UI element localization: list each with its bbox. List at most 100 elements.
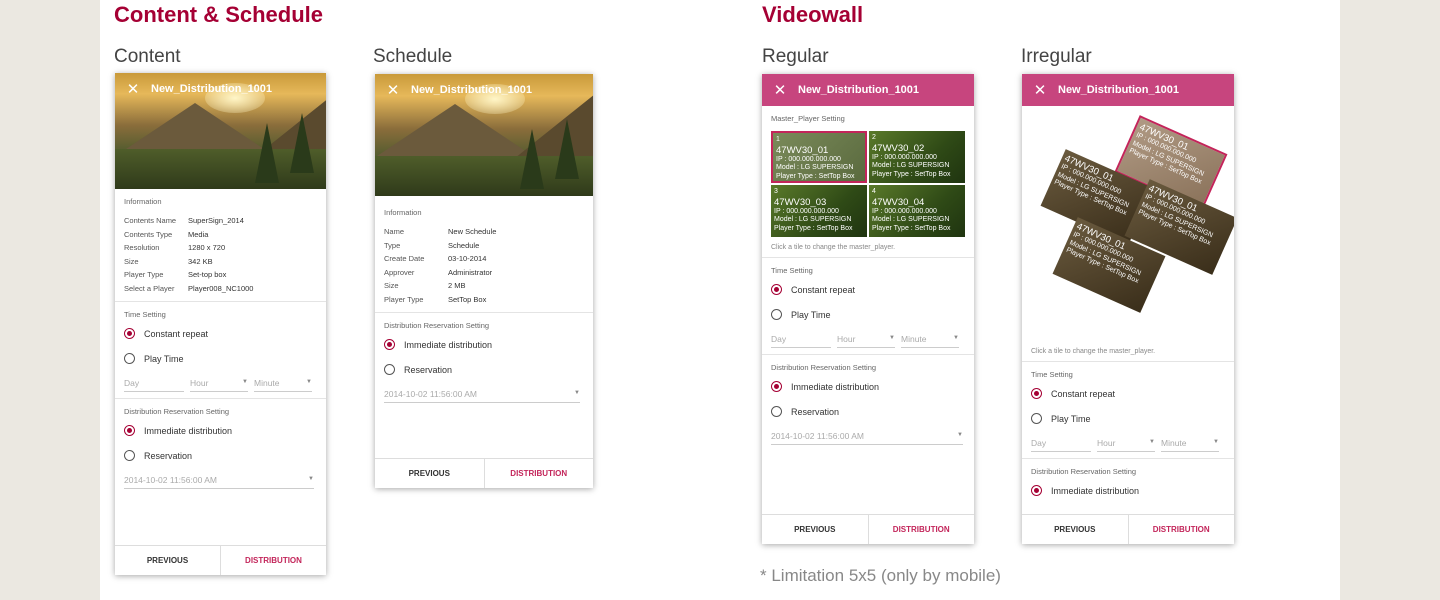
radio-label: Immediate distribution: [1051, 485, 1140, 496]
chevron-down-icon: ▼: [1213, 439, 1219, 445]
chevron-down-icon: ▼: [306, 379, 312, 385]
distribution-title: New_Distribution_1001: [151, 83, 273, 95]
limitation-note: * Limitation 5x5 (only by mobile): [760, 566, 1001, 585]
info-key: Name: [384, 227, 405, 236]
day-placeholder: Day: [124, 378, 140, 388]
tile-ip: IP : 000.000.000.000: [872, 153, 937, 161]
info-value: SetTop Box: [448, 294, 487, 304]
videowall-tile[interactable]: 1 47WV30_01 IP : 000.000.000.000 Model : LG…: [771, 131, 867, 183]
hero-image: ✕ New_Distribution_1001: [375, 74, 593, 196]
radio-label: Reservation: [404, 364, 453, 375]
datetime-value: 2014-10-02 11:56:00 AM: [384, 389, 477, 399]
info-row: Player Type Set-top box: [124, 268, 317, 282]
day-input[interactable]: Day: [124, 378, 184, 392]
info-key: Resolution: [124, 243, 160, 252]
play-time-radio[interactable]: Play Time: [771, 309, 965, 320]
hint-text: Click a tile to change the master_player…: [771, 244, 896, 251]
tile-ip: IP : 000.000.000.000: [872, 207, 937, 215]
datetime-select[interactable]: 2014-10-02 11:56:00 AM ▼: [124, 475, 314, 489]
info-value: Set-top box: [188, 270, 227, 279]
previous-button[interactable]: PREVIOUS: [1022, 515, 1128, 544]
distribution-reservation-section: Distribution Reservation Setting Immedia…: [762, 355, 974, 451]
distribution-button[interactable]: DISTRIBUTION: [1127, 515, 1235, 544]
info-value: New Schedule: [448, 227, 497, 236]
immediate-distribution-radio[interactable]: Immediate distribution: [771, 381, 965, 392]
info-value: Schedule: [448, 240, 480, 250]
day-input[interactable]: Day: [1031, 438, 1091, 452]
info-key: Contents Type: [124, 229, 173, 239]
immediate-distribution-radio[interactable]: Immediate distribution: [384, 339, 584, 350]
minute-select[interactable]: Minute ▼: [901, 334, 959, 348]
info-row: Select a Player Player008_NC1000: [124, 282, 317, 296]
minute-placeholder: Minute: [254, 378, 280, 388]
minute-select[interactable]: Minute ▼: [1161, 438, 1219, 452]
distribution-button[interactable]: DISTRIBUTION: [220, 546, 326, 575]
minute-placeholder: Minute: [901, 334, 927, 344]
constant-repeat-radio[interactable]: Constant repeat: [771, 284, 965, 295]
tile-model: Model : LG SUPERSIGN: [872, 162, 950, 169]
info-value: Player008_NC1000: [188, 283, 254, 293]
hour-select[interactable]: Hour ▼: [190, 378, 248, 392]
constant-repeat-radio[interactable]: Constant repeat: [124, 328, 317, 339]
section-title-videowall: Videowall: [762, 2, 864, 27]
close-icon[interactable]: ✕: [115, 80, 151, 98]
minute-select[interactable]: Minute ▼: [254, 378, 312, 392]
reservation-radio[interactable]: Reservation: [124, 450, 317, 461]
section-heading: Master_Player Setting: [771, 114, 845, 123]
tile-ip: IP : 000.000.000.000: [774, 207, 839, 215]
minute-placeholder: Minute: [1161, 438, 1187, 448]
datetime-value: 2014-10-02 11:56:00 AM: [124, 475, 217, 485]
close-icon[interactable]: ✕: [1022, 81, 1058, 99]
datetime-value: 2014-10-02 11:56:00 AM: [771, 431, 864, 441]
master-player-section: 47WV30_01 IP : 000.000.000.000 Model : LG …: [1022, 106, 1234, 362]
radio-label: Constant repeat: [1051, 388, 1116, 399]
immediate-distribution-radio[interactable]: Immediate distribution: [124, 425, 317, 436]
hour-placeholder: Hour: [837, 334, 856, 344]
radio-selected-icon: [384, 339, 395, 350]
datetime-select[interactable]: 2014-10-02 11:56:00 AM ▼: [771, 431, 963, 445]
chevron-down-icon: ▼: [574, 390, 580, 396]
immediate-distribution-radio[interactable]: Immediate distribution: [1031, 485, 1225, 496]
radio-label: Reservation: [144, 450, 193, 461]
constant-repeat-radio[interactable]: Constant repeat: [1031, 388, 1225, 399]
videowall-tile[interactable]: 4 47WV30_04 IP : 000.000.000.000 Model : LG…: [869, 185, 965, 237]
hour-select[interactable]: Hour ▼: [837, 334, 895, 348]
play-time-radio[interactable]: Play Time: [1031, 413, 1225, 424]
info-key: Contents Name: [124, 216, 177, 225]
info-key: Approver: [384, 267, 415, 277]
hour-placeholder: Hour: [1097, 438, 1116, 448]
info-value: 2 MB: [448, 281, 466, 290]
distribution-button[interactable]: DISTRIBUTION: [867, 515, 975, 544]
tile-name: 47WV30_02: [872, 142, 925, 154]
play-time-radio[interactable]: Play Time: [124, 353, 317, 364]
radio-label: Immediate distribution: [791, 381, 880, 392]
previous-button[interactable]: PREVIOUS: [375, 459, 484, 488]
section-heading: Time Setting: [124, 310, 166, 319]
reservation-radio[interactable]: Reservation: [771, 406, 965, 417]
datetime-select[interactable]: 2014-10-02 11:56:00 AM ▼: [384, 389, 580, 403]
schedule-screen: ✕ New_Distribution_1001 Information Name…: [375, 74, 593, 488]
hour-select[interactable]: Hour ▼: [1097, 438, 1155, 452]
day-input[interactable]: Day: [771, 334, 831, 348]
section-heading: Distribution Reservation Setting: [124, 407, 230, 416]
radio-label: Play Time: [791, 309, 831, 320]
distribution-button[interactable]: DISTRIBUTION: [483, 459, 594, 488]
distribution-title: New_Distribution_1001: [1058, 84, 1180, 96]
radio-icon: [771, 406, 782, 417]
previous-button[interactable]: PREVIOUS: [115, 546, 220, 575]
videowall-tile[interactable]: 3 47WV30_03 IP : 000.000.000.000 Model : LG…: [771, 185, 867, 237]
radio-icon: [124, 450, 135, 461]
info-row: Approver Administrator: [384, 266, 584, 280]
info-key: Type: [384, 240, 401, 250]
info-value: 1280 x 720: [188, 243, 226, 252]
chevron-down-icon: ▼: [953, 335, 959, 341]
previous-button[interactable]: PREVIOUS: [762, 515, 868, 544]
close-icon[interactable]: ✕: [762, 81, 798, 99]
tile-ptype: Player Type : SetTop Box: [872, 224, 951, 232]
info-row: Contents Type Media: [124, 228, 317, 242]
reservation-radio[interactable]: Reservation: [384, 364, 584, 375]
radio-selected-icon: [771, 284, 782, 295]
time-setting-section: Time Setting Constant repeat Play Time D…: [762, 258, 974, 355]
videowall-tile[interactable]: 2 47WV30_02 IP : 000.000.000.000 Model : LG…: [869, 131, 965, 183]
close-icon[interactable]: ✕: [375, 81, 411, 99]
